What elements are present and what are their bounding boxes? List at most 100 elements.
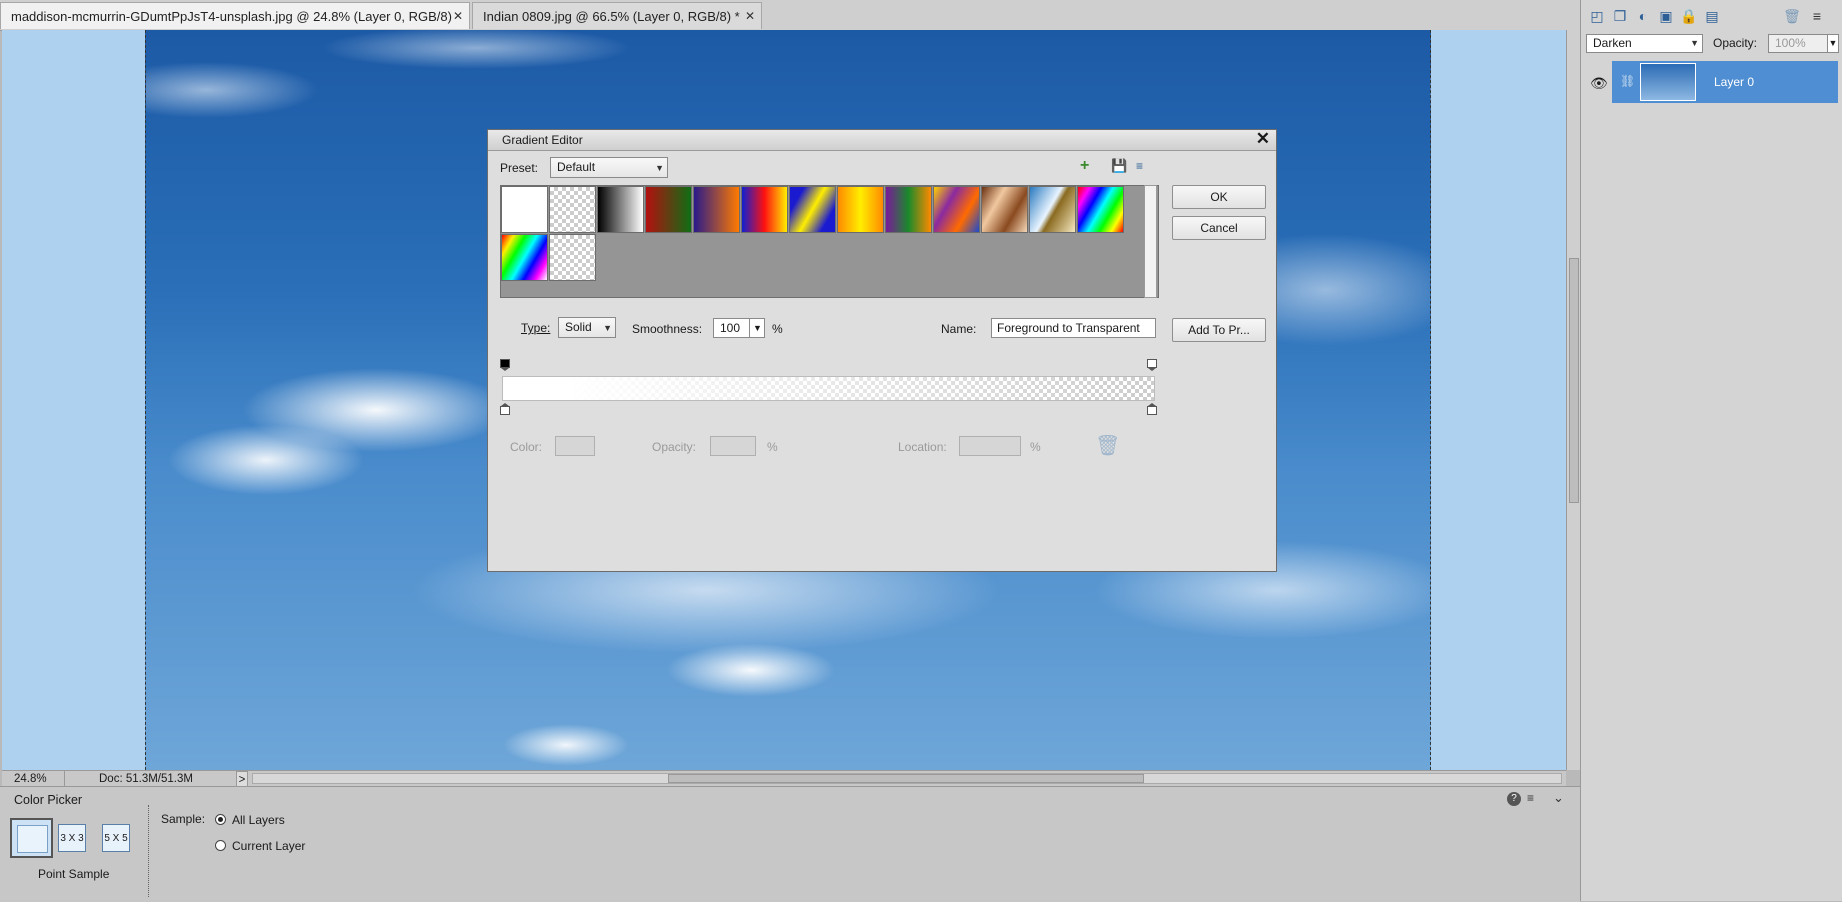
sample-label: Sample: xyxy=(161,812,206,826)
chevron-down-icon: ▼ xyxy=(1690,38,1699,48)
lock-all-icon[interactable]: 🔒 xyxy=(1680,8,1698,24)
opacity-stop-right[interactable] xyxy=(1147,359,1157,371)
preset-swatch[interactable] xyxy=(789,186,836,233)
stop-opacity-percent: % xyxy=(767,440,778,454)
current-layer-label: Current Layer xyxy=(232,839,306,853)
options-menu-icon[interactable]: ≡ xyxy=(1527,791,1534,805)
type-value: Solid xyxy=(565,320,592,334)
smoothness-dropdown-icon[interactable]: ▼ xyxy=(749,318,765,338)
presets-scrollbar[interactable] xyxy=(1144,185,1157,298)
gradient-editor-dialog: Gradient Editor ✕ Preset: Default ▼ + 💾 ≡… xyxy=(487,129,1277,572)
gradient-name-field[interactable]: Foreground to Transparent xyxy=(991,318,1156,338)
tool-options-title: Color Picker xyxy=(14,793,83,807)
preset-swatch[interactable] xyxy=(501,234,548,281)
add-to-presets-button[interactable]: Add To Pr... xyxy=(1172,318,1266,342)
status-bar: 24.8% Doc: 51.3M/51.3M > xyxy=(2,770,1566,787)
layers-panel: ◰ ❐ ◐ ▣ 🔒 ▤ 🗑 ≡ Darken ▼ Opacity: 100% ▼ … xyxy=(1580,0,1842,901)
collapse-chevron-icon[interactable]: ⌄ xyxy=(1553,790,1564,806)
point-sample-label: Point Sample xyxy=(38,867,110,881)
status-menu-arrow[interactable]: > xyxy=(236,771,248,787)
stop-opacity-field xyxy=(710,436,756,456)
lock-transparency-icon[interactable]: ▤ xyxy=(1703,8,1721,24)
layer-mask-icon[interactable]: ▣ xyxy=(1657,8,1675,24)
point-sample-button[interactable] xyxy=(10,818,53,858)
adjustment-layer-icon[interactable]: ◐ xyxy=(1634,8,1652,24)
layer-row[interactable]: ⛓ Layer 0 xyxy=(1612,61,1838,103)
dialog-title: Gradient Editor xyxy=(502,133,583,147)
vertical-scrollbar[interactable] xyxy=(1566,30,1581,770)
new-group-icon[interactable]: ❐ xyxy=(1611,8,1629,24)
preset-swatch[interactable] xyxy=(837,186,884,233)
delete-stop-icon[interactable]: 🗑 xyxy=(1095,433,1120,458)
chevron-down-icon: ▼ xyxy=(655,163,664,173)
all-layers-radio[interactable] xyxy=(215,814,226,825)
new-preset-plus-icon[interactable]: + xyxy=(1080,157,1089,175)
point-sample-icon xyxy=(17,825,48,853)
preset-swatch[interactable] xyxy=(1077,186,1124,233)
document-tab-active[interactable]: maddison-mcmurrin-GDumtPpJsT4-unsplash.j… xyxy=(0,2,470,51)
blend-mode-select[interactable]: Darken ▼ xyxy=(1586,34,1703,53)
color-stop-left[interactable] xyxy=(500,403,510,415)
preset-swatch[interactable] xyxy=(645,186,692,233)
gradient-presets-grid xyxy=(500,185,1159,298)
zoom-level: 24.8% xyxy=(14,773,47,785)
close-tab-icon[interactable]: ✕ xyxy=(745,3,755,30)
preset-value: Default xyxy=(557,160,596,174)
preset-label: Preset: xyxy=(500,161,539,175)
layer-name: Layer 0 xyxy=(1714,75,1755,89)
preset-select[interactable]: Default ▼ xyxy=(550,157,668,178)
stop-location-field xyxy=(959,436,1021,456)
cancel-button[interactable]: Cancel xyxy=(1172,216,1266,240)
tab-label: Indian 0809.jpg @ 66.5% (Layer 0, RGB/8)… xyxy=(483,9,740,24)
ok-button[interactable]: OK xyxy=(1172,185,1266,209)
preset-menu-icon[interactable]: ≡ xyxy=(1136,159,1143,173)
help-icon[interactable]: ? xyxy=(1507,792,1521,806)
document-tab-inactive[interactable]: Indian 0809.jpg @ 66.5% (Layer 0, RGB/8)… xyxy=(472,2,762,29)
sample-5x5-button[interactable]: 5 X 5 xyxy=(102,824,130,852)
vertical-scroll-thumb[interactable] xyxy=(1569,258,1579,503)
gradient-preview-bar[interactable] xyxy=(502,376,1155,401)
name-label: Name: xyxy=(941,322,977,336)
sample-3x3-button[interactable]: 3 X 3 xyxy=(58,824,86,852)
preset-swatch[interactable] xyxy=(741,186,788,233)
smoothness-percent: % xyxy=(772,322,783,336)
visibility-eye-icon[interactable]: 👁 xyxy=(1590,75,1608,92)
tool-options-bar: Color Picker 3 X 3 5 X 5 Point Sample Sa… xyxy=(0,786,1580,902)
document-tab-bar: maddison-mcmurrin-GDumtPpJsT4-unsplash.j… xyxy=(0,0,1580,51)
panel-menu-icon[interactable]: ≡ xyxy=(1808,8,1826,24)
chevron-down-icon: ▼ xyxy=(603,323,612,333)
delete-layer-icon[interactable]: 🗑 xyxy=(1783,8,1801,24)
preset-swatch[interactable] xyxy=(549,234,596,281)
type-label: Type: xyxy=(521,321,551,335)
stop-location-percent: % xyxy=(1030,440,1041,454)
smoothness-value: 100 xyxy=(720,321,741,335)
close-tab-icon[interactable]: ✕ xyxy=(453,3,463,30)
preset-swatch[interactable] xyxy=(885,186,932,233)
preset-swatch[interactable] xyxy=(981,186,1028,233)
opacity-stop-left[interactable] xyxy=(500,359,510,371)
horizontal-scrollbar[interactable] xyxy=(252,773,1562,784)
current-layer-radio[interactable] xyxy=(215,840,226,851)
stop-opacity-label: Opacity: xyxy=(652,440,697,454)
preset-swatch[interactable] xyxy=(1029,186,1076,233)
layer-thumbnail xyxy=(1640,63,1696,101)
save-icon[interactable]: 💾 xyxy=(1111,158,1127,174)
layer-opacity-field[interactable]: 100% xyxy=(1768,34,1828,53)
stop-color-field xyxy=(555,436,595,456)
link-icon[interactable]: ⛓ xyxy=(1620,74,1635,88)
divider xyxy=(148,805,149,897)
preset-swatch[interactable] xyxy=(693,186,740,233)
color-stop-right[interactable] xyxy=(1147,403,1157,415)
dialog-titlebar[interactable]: Gradient Editor ✕ xyxy=(488,129,1276,151)
preset-swatch[interactable] xyxy=(933,186,980,233)
preset-swatch[interactable] xyxy=(501,186,548,233)
gradient-type-select[interactable]: Solid ▼ xyxy=(558,317,616,338)
doc-size: Doc: 51.3M/51.3M xyxy=(64,771,234,787)
new-layer-icon[interactable]: ◰ xyxy=(1588,8,1606,24)
close-icon[interactable]: ✕ xyxy=(1256,129,1270,149)
horizontal-scroll-thumb[interactable] xyxy=(668,774,1144,783)
opacity-dropdown-icon[interactable]: ▼ xyxy=(1827,34,1839,53)
preset-swatch[interactable] xyxy=(597,186,644,233)
preset-swatch[interactable] xyxy=(549,186,596,233)
opacity-value: 100% xyxy=(1775,36,1806,50)
